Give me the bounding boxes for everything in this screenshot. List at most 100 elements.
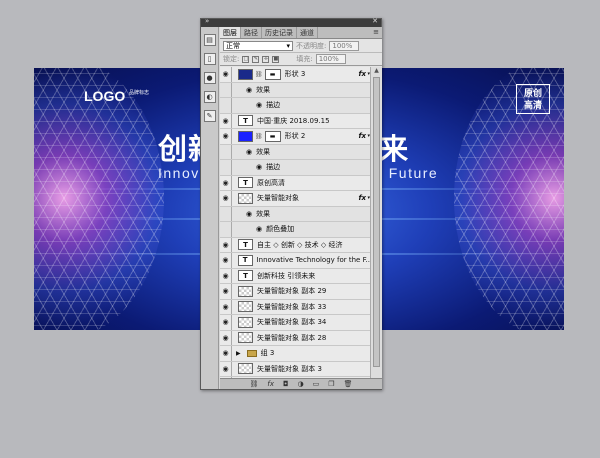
- visibility-eye-icon[interactable]: [220, 144, 232, 159]
- layer-row[interactable]: ◉ 矢量智能对象 副本 28: [220, 330, 370, 346]
- layer-row[interactable]: ◉ 矢量智能对象 副本 29: [220, 284, 370, 300]
- fx-icon[interactable]: fx: [358, 70, 366, 78]
- layer-thumbnail: [238, 332, 253, 344]
- effect-eye-icon[interactable]: ◉: [256, 225, 262, 233]
- tab-history[interactable]: 历史记录: [262, 27, 297, 38]
- visibility-eye-icon[interactable]: [220, 98, 232, 113]
- histogram-icon[interactable]: ▤: [203, 34, 216, 46]
- lock-position-icon[interactable]: ✛: [262, 55, 270, 63]
- fill-label: 填充:: [296, 55, 313, 63]
- layer-row[interactable]: ◉ 颜色叠加: [220, 222, 370, 238]
- styles-icon[interactable]: ◐: [203, 91, 216, 103]
- original-badge: 原创 高清: [516, 84, 550, 114]
- scroll-up-icon[interactable]: ▲: [371, 67, 382, 75]
- visibility-eye-icon[interactable]: ◉: [220, 346, 232, 361]
- effects-icon[interactable]: ◉: [246, 86, 252, 94]
- visibility-eye-icon[interactable]: ◉: [220, 361, 232, 376]
- visibility-eye-icon[interactable]: ◉: [220, 237, 232, 252]
- layer-name: 颜色叠加: [266, 225, 295, 234]
- fx-icon[interactable]: fx: [358, 132, 366, 140]
- visibility-eye-icon[interactable]: [220, 160, 232, 175]
- layer-list: ◉ ⛓ ▬ 形状 3 fx ▾ ◉ 效果 ◉ 描边 ◉ T 中国·重庆 2018.09.15 ◉ ⛓ ▬ 形状 …: [220, 67, 370, 378]
- effect-eye-icon[interactable]: ◉: [256, 101, 262, 109]
- visibility-eye-icon[interactable]: [220, 82, 232, 97]
- lock-all-icon[interactable]: ■: [272, 55, 280, 63]
- visibility-eye-icon[interactable]: ◉: [220, 330, 232, 345]
- visibility-eye-icon[interactable]: ◉: [220, 284, 232, 299]
- document-icon[interactable]: ▯: [203, 53, 216, 65]
- layer-row[interactable]: ◉ 效果: [220, 82, 370, 98]
- visibility-eye-icon[interactable]: ◉: [220, 175, 232, 190]
- close-icon[interactable]: ✕: [372, 17, 378, 25]
- layer-row[interactable]: ◉ 效果: [220, 206, 370, 222]
- blend-mode-select[interactable]: 正常: [223, 40, 293, 51]
- tab-layers[interactable]: 图层: [220, 27, 241, 38]
- visibility-eye-icon[interactable]: ◉: [220, 315, 232, 330]
- layer-row[interactable]: ◉ 矢量智能对象 副本 34: [220, 315, 370, 331]
- layer-row[interactable]: ◉ ⛓ ▬ 形状 3 fx ▾: [220, 67, 370, 83]
- brush-icon[interactable]: ✎: [203, 110, 216, 122]
- folder-icon[interactable]: ▭: [313, 380, 320, 388]
- visibility-eye-icon[interactable]: ◉: [220, 113, 232, 128]
- visibility-eye-icon[interactable]: ◉: [220, 67, 232, 82]
- layer-name: 形状 2: [284, 132, 306, 141]
- panel-titlebar[interactable]: » ✕: [201, 17, 381, 27]
- layer-name: 矢量智能对象 副本 34: [257, 318, 327, 327]
- visibility-eye-icon[interactable]: ◉: [220, 253, 232, 268]
- layer-name: 矢量智能对象 副本 33: [257, 302, 327, 311]
- lock-transparency-icon[interactable]: □: [242, 55, 250, 63]
- collapse-icon[interactable]: »: [205, 17, 209, 25]
- tab-paths[interactable]: 路径: [241, 27, 262, 38]
- layer-row[interactable]: ◉ 矢量智能对象 fx ▾: [220, 191, 370, 207]
- layer-row[interactable]: ◉ 描边: [220, 160, 370, 176]
- logo: LOGO: [84, 88, 126, 104]
- effects-icon[interactable]: ◉: [246, 148, 252, 156]
- layer-thumbnail: [238, 363, 253, 375]
- fx-icon[interactable]: fx: [358, 194, 366, 202]
- layer-row[interactable]: ◉ ▶ 组 3: [220, 346, 370, 362]
- layer-row[interactable]: ◉ T 创新科技 引领未来: [220, 268, 370, 284]
- visibility-eye-icon[interactable]: ◉: [220, 268, 232, 283]
- scroll-thumb[interactable]: [373, 77, 380, 367]
- expand-triangle-icon[interactable]: ▶: [236, 350, 241, 357]
- visibility-eye-icon[interactable]: ◉: [220, 299, 232, 314]
- mask-icon[interactable]: ◘: [283, 380, 289, 388]
- fx-icon[interactable]: fx: [267, 380, 274, 388]
- visibility-eye-icon[interactable]: ◉: [220, 129, 232, 144]
- trash-icon[interactable]: 🗑: [344, 380, 353, 388]
- layer-row[interactable]: ◉ T 自主 ◇ 创新 ◇ 技术 ◇ 经济: [220, 237, 370, 253]
- tab-channels[interactable]: 通道: [297, 27, 318, 38]
- layer-name: 矢量智能对象: [257, 194, 299, 203]
- link-icon[interactable]: ⛓: [250, 380, 259, 388]
- blend-row: 正常 不透明度: 100%: [220, 39, 382, 53]
- chain-icon[interactable]: ⛓: [255, 133, 263, 140]
- layer-row[interactable]: ◉ 矢量智能对象 副本 33: [220, 299, 370, 315]
- swatches-icon[interactable]: ●: [203, 72, 216, 84]
- chain-icon[interactable]: ⛓: [255, 71, 263, 78]
- layer-name: Innovative Technology for the F...: [256, 256, 370, 265]
- layer-row[interactable]: ◉ 矢量智能对象 副本 3: [220, 361, 370, 377]
- effect-eye-icon[interactable]: ◉: [256, 163, 262, 171]
- layer-thumbnail: [238, 316, 253, 328]
- text-layer-icon: T: [237, 254, 253, 266]
- effects-icon[interactable]: ◉: [246, 210, 252, 218]
- lock-pixels-icon[interactable]: ✎: [252, 55, 260, 63]
- opacity-field[interactable]: 100%: [329, 40, 360, 51]
- layer-row[interactable]: ◉ T 中国·重庆 2018.09.15: [220, 113, 370, 129]
- layer-row[interactable]: ◉ 描边: [220, 98, 370, 114]
- visibility-eye-icon[interactable]: ◉: [220, 191, 232, 206]
- layer-scrollbar[interactable]: ▲: [370, 67, 382, 378]
- layer-name: 自主 ◇ 创新 ◇ 技术 ◇ 经济: [257, 240, 343, 249]
- panel-menu-icon[interactable]: ≡: [373, 28, 379, 36]
- layer-row[interactable]: ◉ 效果: [220, 144, 370, 160]
- lock-label: 锁定:: [223, 55, 240, 63]
- new-layer-icon[interactable]: ❐: [328, 380, 334, 388]
- vector-mask-thumbnail: ▬: [264, 68, 281, 80]
- layer-row[interactable]: ◉ ⛓ ▬ 形状 2 fx ▾: [220, 129, 370, 145]
- layer-row[interactable]: ◉ T 原创高清: [220, 175, 370, 191]
- fill-field[interactable]: 100%: [315, 54, 346, 64]
- layer-row[interactable]: ◉ T Innovative Technology for the F...: [220, 253, 370, 269]
- visibility-eye-icon[interactable]: [220, 222, 232, 237]
- adjustment-icon[interactable]: ◑: [298, 380, 304, 388]
- visibility-eye-icon[interactable]: [220, 206, 232, 221]
